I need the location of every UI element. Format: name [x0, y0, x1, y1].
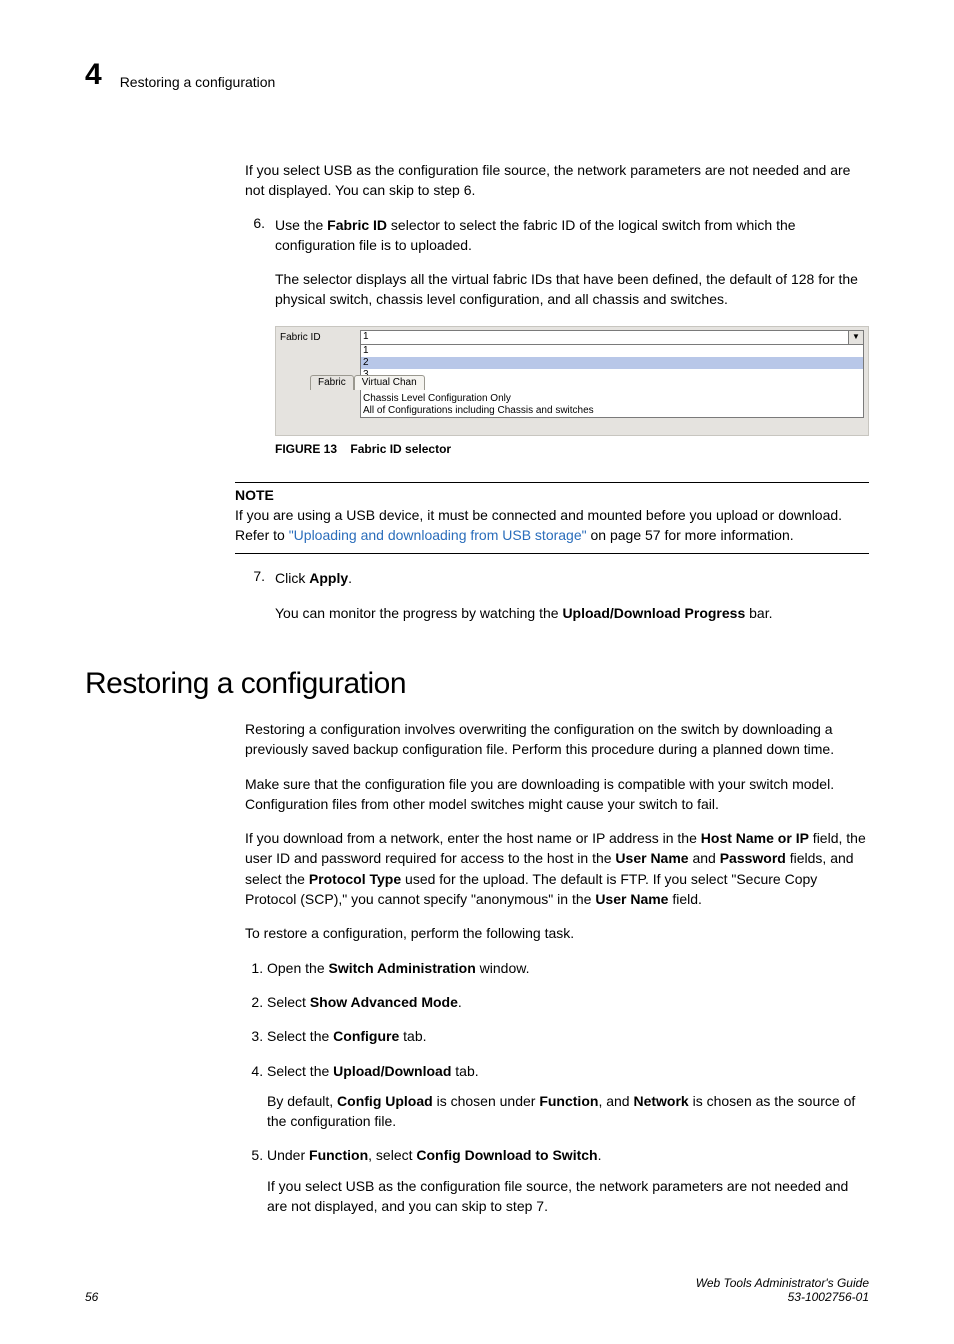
- list-item: Select Show Advanced Mode.: [267, 992, 869, 1012]
- step-text: Click Apply.: [275, 568, 869, 588]
- list-item: Open the Switch Administration window.: [267, 958, 869, 978]
- list-item: Select the Upload/Download tab. By defau…: [267, 1061, 869, 1132]
- tab-fabric[interactable]: Fabric: [310, 375, 354, 390]
- doc-number: 53-1002756-01: [696, 1290, 869, 1304]
- step-number: 7.: [245, 568, 265, 637]
- paragraph: If you select USB as the configuration f…: [245, 160, 869, 201]
- doc-title: Web Tools Administrator's Guide: [696, 1276, 869, 1290]
- note-text: If you are using a USB device, it must b…: [235, 505, 869, 546]
- list-item: Under Function, select Config Download t…: [267, 1145, 869, 1216]
- list-item[interactable]: 1: [361, 345, 863, 357]
- list-item[interactable]: 3: [361, 369, 863, 381]
- figure-caption: FIGURE 13 Fabric ID selector: [275, 442, 869, 456]
- list-item[interactable]: 2: [361, 357, 863, 369]
- note-heading: NOTE: [235, 487, 869, 503]
- link-usb-storage[interactable]: "Uploading and downloading from USB stor…: [289, 527, 587, 543]
- step-detail: You can monitor the progress by watching…: [275, 603, 869, 623]
- list-item: Select the Configure tab.: [267, 1026, 869, 1046]
- fabric-id-dropdown[interactable]: 1 ▼: [360, 330, 864, 345]
- paragraph: Restoring a configuration involves overw…: [245, 719, 869, 760]
- paragraph: Make sure that the configuration file yo…: [245, 774, 869, 815]
- paragraph: To restore a configuration, perform the …: [245, 923, 869, 943]
- paragraph: If you download from a network, enter th…: [245, 828, 869, 909]
- tab-virtual-channel[interactable]: Virtual Chan: [354, 375, 425, 390]
- step-detail: The selector displays all the virtual fa…: [275, 269, 869, 310]
- heading-restoring: Restoring a configuration: [85, 667, 869, 701]
- step-number: 6.: [245, 215, 265, 474]
- chapter-number: 4: [85, 60, 102, 90]
- fabric-id-label: Fabric ID: [280, 330, 360, 344]
- figure-13: Fabric ID 1 ▼ 1 2 3 128 Chassi: [275, 326, 869, 436]
- section-title: Restoring a configuration: [120, 74, 276, 90]
- chevron-down-icon[interactable]: ▼: [848, 331, 863, 344]
- page-number: 56: [85, 1290, 98, 1304]
- step-text: Use the Fabric ID selector to select the…: [275, 215, 869, 256]
